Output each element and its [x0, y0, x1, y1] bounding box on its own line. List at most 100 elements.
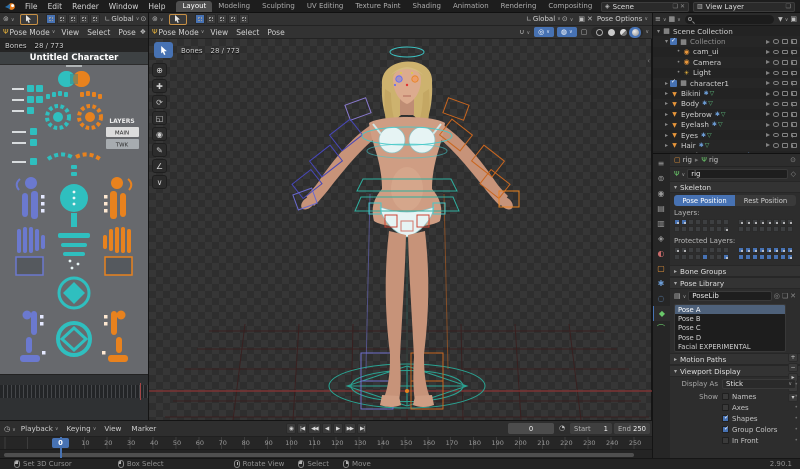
- layer-cell[interactable]: [709, 247, 715, 253]
- layer-cell[interactable]: [674, 219, 680, 225]
- viewport-menu-item[interactable]: Pose: [114, 28, 139, 37]
- picker-ruler[interactable]: [0, 385, 148, 398]
- viewport-disable-toggle-icon[interactable]: [782, 81, 788, 86]
- layer-cell[interactable]: [759, 219, 765, 225]
- section-motion-paths[interactable]: ▸Motion Paths: [670, 353, 800, 365]
- fake-user-icon[interactable]: ◎: [774, 292, 780, 300]
- outliner-item-label[interactable]: Eyebrow: [681, 110, 712, 119]
- layers-grid-left[interactable]: [674, 219, 730, 233]
- selectable-toggle-icon[interactable]: [766, 112, 770, 116]
- layer-cell[interactable]: [674, 226, 680, 232]
- menubar-item[interactable]: Render: [67, 1, 104, 12]
- outliner-row[interactable]: ▾ Scene Collection ✱▽: [652, 26, 800, 36]
- layer-cell[interactable]: [681, 247, 687, 253]
- bone-tab-icon[interactable]: ⌒: [652, 321, 670, 336]
- viewport-menu-item[interactable]: Pose: [263, 28, 288, 37]
- layer-cell[interactable]: [738, 226, 744, 232]
- unlink-icon[interactable]: ✕: [790, 292, 796, 300]
- timeline-scrollbar[interactable]: [4, 453, 634, 457]
- playhead-badge[interactable]: 0: [52, 438, 69, 448]
- outliner-item-label[interactable]: Collection: [690, 37, 726, 46]
- filter-collection-dropdown[interactable]: ▦∨: [669, 15, 681, 23]
- layer-cell[interactable]: [780, 254, 786, 260]
- scale-tool-icon[interactable]: ◱: [152, 111, 167, 125]
- layer-cell[interactable]: [752, 226, 758, 232]
- expander-icon[interactable]: ▾: [655, 28, 662, 35]
- layer-cell[interactable]: [674, 247, 680, 253]
- timeline-menu-item[interactable]: Marker: [127, 424, 162, 433]
- layer-cell[interactable]: [773, 254, 779, 260]
- layer-cell[interactable]: [738, 247, 744, 253]
- rendered-shading-icon[interactable]: [629, 27, 641, 38]
- expander-icon[interactable]: ▸: [663, 142, 670, 149]
- layer-cell[interactable]: [773, 226, 779, 232]
- hide-toggle-icon[interactable]: [773, 143, 779, 148]
- layer-cell[interactable]: [709, 219, 715, 225]
- editor-type-icon[interactable]: ≡: [652, 156, 670, 171]
- show-option-checkbox[interactable]: [722, 415, 729, 422]
- layer-cell[interactable]: [780, 247, 786, 253]
- protected-grid-left[interactable]: [674, 247, 730, 261]
- layer-cell[interactable]: [752, 247, 758, 253]
- render-tab-icon[interactable]: ◉: [652, 186, 670, 201]
- workspace-tab[interactable]: Modeling: [212, 1, 256, 12]
- layer-cell[interactable]: [745, 254, 751, 260]
- new-datablock-icon[interactable]: ❏: [782, 292, 788, 300]
- workspace-tab[interactable]: Rendering: [495, 1, 543, 12]
- show-option-checkbox[interactable]: [722, 393, 729, 400]
- expander-icon[interactable]: ▸: [663, 80, 670, 87]
- select-mode-buttons[interactable]: [195, 14, 249, 24]
- picker-pelvis-controls[interactable]: [59, 278, 89, 308]
- layer-cell[interactable]: [716, 226, 722, 232]
- layer-cell[interactable]: [766, 254, 772, 260]
- collection-checkbox[interactable]: [670, 80, 677, 87]
- outliner-item-label[interactable]: Bikini: [681, 89, 701, 98]
- fake-user-icon[interactable]: ◇: [791, 170, 796, 178]
- xray-toggle-icon[interactable]: ▢: [581, 28, 588, 36]
- next-keyframe-button[interactable]: ▶▶: [344, 423, 356, 434]
- add-pose-button[interactable]: +: [788, 353, 798, 362]
- layer-cell[interactable]: [723, 247, 729, 253]
- transform-orientation-dropdown[interactable]: Global∨: [533, 15, 561, 23]
- collection-checkbox[interactable]: [670, 38, 677, 45]
- render-disable-toggle-icon[interactable]: [791, 91, 797, 96]
- end-frame-field[interactable]: End250: [614, 423, 650, 434]
- layer-cell[interactable]: [702, 226, 708, 232]
- picker-neck-controls[interactable]: [71, 165, 77, 176]
- proportional-edit-icon[interactable]: ◎∨: [534, 27, 554, 37]
- hide-toggle-icon[interactable]: [773, 91, 779, 96]
- outliner-row[interactable]: • cam_ui ✱▽: [652, 47, 800, 57]
- layer-cell[interactable]: [723, 254, 729, 260]
- viewport-disable-toggle-icon[interactable]: [782, 91, 788, 96]
- snap-toggle-icon[interactable]: ▣: [578, 15, 585, 23]
- selectable-toggle-icon[interactable]: [766, 81, 770, 85]
- layer-cell[interactable]: [688, 226, 694, 232]
- toolbar-expand-icon[interactable]: ∨: [152, 175, 167, 189]
- timeline-menu-item[interactable]: Playback∨: [17, 424, 63, 433]
- current-frame-field[interactable]: 0: [508, 423, 554, 434]
- expander-icon[interactable]: ▸: [663, 152, 670, 153]
- rest-position-button[interactable]: Rest Position: [735, 195, 796, 206]
- editor-type-icon[interactable]: ◷∨: [4, 425, 16, 433]
- annotate-tool-icon[interactable]: ✎: [152, 143, 167, 157]
- layer-cell[interactable]: [780, 226, 786, 232]
- layer-cell[interactable]: [780, 219, 786, 225]
- expander-icon[interactable]: •: [675, 69, 682, 76]
- cursor-tool-icon[interactable]: ⊕: [152, 63, 167, 77]
- layer-cell[interactable]: [681, 254, 687, 260]
- pin-icon[interactable]: ⊙: [790, 156, 796, 164]
- layer-cell[interactable]: [745, 226, 751, 232]
- viewport-menu-item[interactable]: View: [57, 28, 83, 37]
- layer-cell[interactable]: [738, 219, 744, 225]
- hide-toggle-icon[interactable]: [773, 102, 779, 107]
- render-disable-toggle-icon[interactable]: [791, 112, 797, 117]
- display-mode-dropdown[interactable]: ≡∨: [655, 15, 667, 23]
- workspace-tab[interactable]: Shading: [407, 1, 447, 12]
- material-shading-icon[interactable]: [617, 27, 629, 38]
- layer-cell[interactable]: [773, 219, 779, 225]
- picker-shoulder-controls[interactable]: [48, 154, 100, 159]
- picker-right-hand-controls[interactable]: [103, 227, 132, 275]
- layer-cell[interactable]: [787, 219, 793, 225]
- overlays-toggle-icon[interactable]: ◍∨: [557, 27, 577, 37]
- active-tool-icon[interactable]: ⊚∨: [3, 15, 15, 23]
